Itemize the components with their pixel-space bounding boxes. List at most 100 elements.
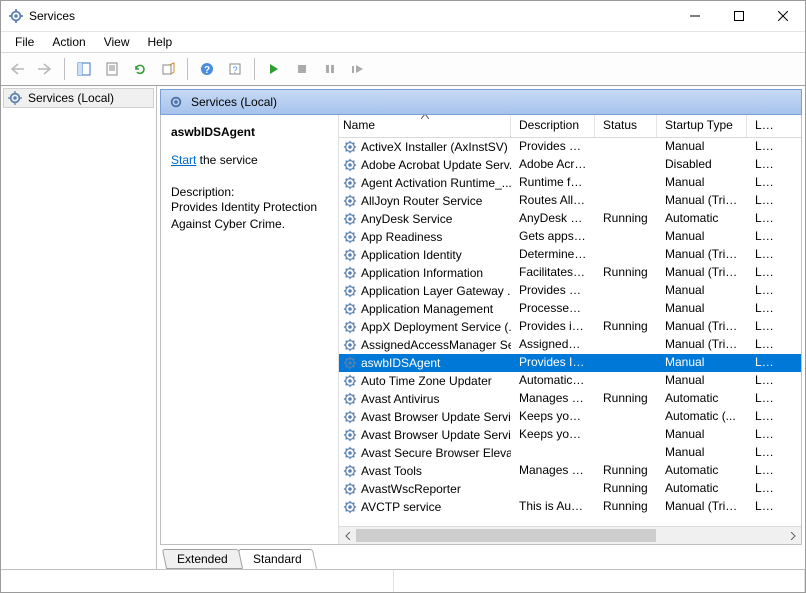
service-row[interactable]: aswbIDSAgentProvides Ide...ManualLoca — [339, 354, 801, 372]
service-status — [595, 426, 657, 444]
tab-standard[interactable]: Standard — [238, 549, 317, 569]
service-name: App Readiness — [361, 230, 442, 244]
svg-text:?: ? — [232, 65, 237, 75]
service-startup: Disabled — [657, 156, 747, 174]
maximize-button[interactable] — [717, 1, 761, 31]
refresh-button[interactable] — [128, 57, 152, 81]
col-name[interactable]: Name — [339, 115, 511, 137]
service-desc — [511, 480, 595, 498]
col-logon[interactable]: Log On As — [747, 115, 783, 137]
service-status — [595, 156, 657, 174]
service-desc: Routes AllJo... — [511, 192, 595, 210]
start-link[interactable]: Start — [171, 153, 196, 167]
back-button[interactable] — [5, 57, 29, 81]
service-desc: Provides su... — [511, 282, 595, 300]
menu-file[interactable]: File — [7, 33, 42, 51]
gear-icon — [343, 428, 357, 442]
export-list-button[interactable] — [156, 57, 180, 81]
service-row[interactable]: AllJoyn Router ServiceRoutes AllJo...Man… — [339, 192, 801, 210]
service-desc: Runtime for... — [511, 174, 595, 192]
gear-icon — [343, 410, 357, 424]
service-status: Running — [595, 462, 657, 480]
service-desc: Manages an... — [511, 390, 595, 408]
help-topic-button[interactable]: ? — [223, 57, 247, 81]
properties-button[interactable] — [100, 57, 124, 81]
col-description[interactable]: Description — [511, 115, 595, 137]
h-scrollbar[interactable] — [339, 526, 801, 544]
menu-help[interactable]: Help — [140, 33, 181, 51]
close-button[interactable] — [761, 1, 805, 31]
service-logon: Loca — [747, 390, 783, 408]
service-row[interactable]: Avast Browser Update Servi...Keeps your … — [339, 426, 801, 444]
service-row[interactable]: Application InformationFacilitates t...R… — [339, 264, 801, 282]
gear-icon — [343, 248, 357, 262]
gear-icon — [343, 338, 357, 352]
service-row[interactable]: Application ManagementProcesses in...Man… — [339, 300, 801, 318]
scroll-thumb[interactable] — [356, 529, 656, 542]
service-row[interactable]: ActiveX Installer (AxInstSV)Provides Us.… — [339, 138, 801, 156]
tab-extended[interactable]: Extended — [162, 549, 243, 569]
service-logon: Loca — [747, 300, 783, 318]
col-startup[interactable]: Startup Type — [657, 115, 747, 137]
svg-text:?: ? — [204, 65, 210, 76]
service-row[interactable]: AnyDesk ServiceAnyDesk su...RunningAutom… — [339, 210, 801, 228]
gear-icon — [343, 176, 357, 190]
service-row[interactable]: Avast Secure Browser Elevat...ManualLoca — [339, 444, 801, 462]
restart-service-button[interactable] — [346, 57, 370, 81]
sort-asc-icon — [421, 115, 429, 119]
service-row[interactable]: AssignedAccessManager Se...AssignedAc...… — [339, 336, 801, 354]
service-row[interactable]: AVCTP serviceThis is Audi...RunningManua… — [339, 498, 801, 516]
titlebar: Services — [1, 1, 805, 32]
nav-root-label: Services (Local) — [28, 91, 114, 105]
service-status: Running — [595, 264, 657, 282]
scroll-left-button[interactable] — [339, 527, 356, 544]
forward-button[interactable] — [33, 57, 57, 81]
service-row[interactable]: Auto Time Zone UpdaterAutomatica...Manua… — [339, 372, 801, 390]
service-desc: Automatica... — [511, 372, 595, 390]
col-status[interactable]: Status — [595, 115, 657, 137]
stop-service-button[interactable] — [290, 57, 314, 81]
content-area: Services (Local) Services (Local) aswbID… — [1, 86, 805, 569]
status-cell — [1, 570, 394, 592]
service-startup: Automatic — [657, 462, 747, 480]
service-name: Avast Antivirus — [361, 392, 439, 406]
list-body[interactable]: ActiveX Installer (AxInstSV)Provides Us.… — [339, 138, 801, 526]
service-row[interactable]: Avast ToolsManages an...RunningAutomatic… — [339, 462, 801, 480]
service-name: Avast Secure Browser Elevat... — [361, 446, 511, 460]
menu-action[interactable]: Action — [44, 33, 93, 51]
scroll-right-button[interactable] — [784, 527, 801, 544]
service-row[interactable]: Avast AntivirusManages an...RunningAutom… — [339, 390, 801, 408]
service-startup: Automatic (... — [657, 408, 747, 426]
service-name: Avast Browser Update Servi... — [361, 428, 511, 442]
pane-header: Services (Local) — [160, 89, 802, 115]
service-logon: Loca — [747, 174, 783, 192]
service-row[interactable]: Application Layer Gateway ...Provides su… — [339, 282, 801, 300]
service-row[interactable]: Agent Activation Runtime_...Runtime for.… — [339, 174, 801, 192]
gear-icon — [343, 266, 357, 280]
pause-service-button[interactable] — [318, 57, 342, 81]
service-row[interactable]: Adobe Acrobat Update Serv...Adobe Acro..… — [339, 156, 801, 174]
service-row[interactable]: Application IdentityDetermines ...Manual… — [339, 246, 801, 264]
service-startup: Manual — [657, 444, 747, 462]
service-row[interactable]: Avast Browser Update Servi...Keeps your … — [339, 408, 801, 426]
service-row[interactable]: AvastWscReporterRunningAutomaticLoca — [339, 480, 801, 498]
nav-root[interactable]: Services (Local) — [3, 88, 154, 108]
service-name: AVCTP service — [361, 500, 441, 514]
service-row[interactable]: AppX Deployment Service (...Provides inf… — [339, 318, 801, 336]
service-logon: Loca — [747, 156, 783, 174]
scroll-track[interactable] — [356, 527, 784, 544]
service-status — [595, 300, 657, 318]
service-logon: Loca — [747, 192, 783, 210]
service-row[interactable]: App ReadinessGets apps re...ManualLoca — [339, 228, 801, 246]
help-button[interactable]: ? — [195, 57, 219, 81]
menu-view[interactable]: View — [96, 33, 138, 51]
service-logon: Loca — [747, 354, 783, 372]
show-hide-tree-button[interactable] — [72, 57, 96, 81]
pane-title: Services (Local) — [191, 95, 277, 109]
service-desc: AssignedAc... — [511, 336, 595, 354]
start-service-button[interactable] — [262, 57, 286, 81]
nav-tree[interactable]: Services (Local) — [1, 86, 157, 569]
service-name: Application Management — [361, 302, 493, 316]
minimize-button[interactable] — [673, 1, 717, 31]
service-desc: Adobe Acro... — [511, 156, 595, 174]
